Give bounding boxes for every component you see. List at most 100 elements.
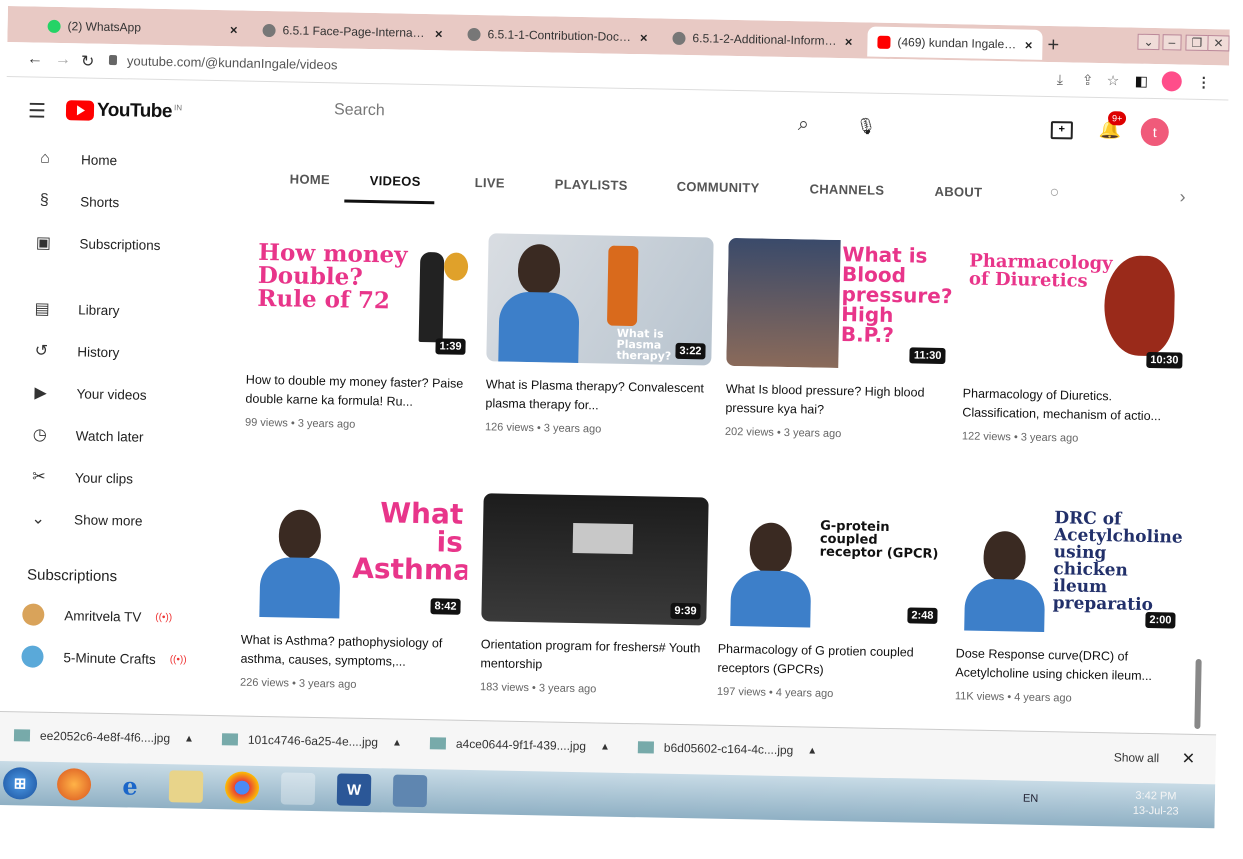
tab-live[interactable]: LIVE xyxy=(475,175,505,191)
forward-arrow-icon[interactable]: → xyxy=(55,51,71,69)
video-card[interactable]: What is Plasma therapy? 3:22 What is Pla… xyxy=(485,233,714,437)
video-title[interactable]: What Is blood pressure? High blood press… xyxy=(725,380,951,422)
window-close-button[interactable]: ✕ xyxy=(1207,35,1230,52)
share-icon[interactable]: ⇪ xyxy=(1082,72,1094,89)
chevron-up-icon[interactable]: ▲ xyxy=(807,745,817,756)
search-icon[interactable]: ⌕ xyxy=(798,113,810,136)
start-button[interactable]: ⊞ xyxy=(2,767,38,800)
video-meta: 226 views • 3 years ago xyxy=(239,676,357,691)
sidebar-item-label: History xyxy=(77,343,120,360)
download-item[interactable]: 101c4746-6a25-4e....jpg ▲ xyxy=(221,732,402,749)
sidepanel-icon[interactable]: ◧ xyxy=(1135,73,1149,90)
language-indicator[interactable]: EN xyxy=(1023,793,1039,805)
tab-whatsapp[interactable]: (2) WhatsApp × xyxy=(37,11,248,45)
video-card[interactable]: DRC of Acetylcholine using chicken ileum… xyxy=(955,502,1184,706)
internet-explorer-icon[interactable]: e xyxy=(113,769,148,802)
sidebar-item-shorts[interactable]: § Shorts xyxy=(4,182,215,222)
video-title[interactable]: Pharmacology of Diuretics. Classificatio… xyxy=(962,384,1188,426)
sidebar-item-show-more[interactable]: ⌄ Show more xyxy=(0,500,208,540)
tab-videos[interactable]: VIDEOS xyxy=(370,173,421,189)
sidebar-item-home[interactable]: ⌂ Home xyxy=(5,140,216,180)
video-title[interactable]: Orientation program for freshers# Youth … xyxy=(480,635,706,677)
sidebar-item-library[interactable]: ▤ Library xyxy=(2,290,213,330)
search-input[interactable] xyxy=(325,100,777,129)
subscription-5-minute-crafts[interactable]: 5-Minute Crafts ((•)) xyxy=(0,638,206,678)
video-card[interactable]: What is Asthma 8:42 What is Asthma? path… xyxy=(239,488,469,693)
video-thumbnail[interactable]: G-protein coupled receptor (GPCR) 2:48 xyxy=(718,497,946,631)
video-thumbnail[interactable]: What is Blood pressure? High B.P.? 11:30 xyxy=(726,237,954,371)
tab-additional-info[interactable]: 6.5.1-2-Additional-Informatio × xyxy=(662,23,863,57)
close-icon[interactable]: × xyxy=(845,34,853,49)
chevron-up-icon[interactable]: ▲ xyxy=(392,737,402,748)
download-item[interactable]: b6d05602-c164-4c....jpg ▲ xyxy=(637,740,818,757)
close-icon[interactable]: × xyxy=(230,22,238,37)
video-card[interactable]: What is Blood pressure? High B.P.? 11:30… xyxy=(725,237,954,442)
menu-dots-icon[interactable]: ⋮ xyxy=(1197,74,1211,91)
search-icon[interactable]: ○ xyxy=(1049,184,1059,202)
tab-channels[interactable]: CHANNELS xyxy=(809,181,884,197)
video-title[interactable]: How to double my money faster? Paise dou… xyxy=(245,371,471,413)
close-icon[interactable]: × xyxy=(435,26,443,41)
video-thumbnail[interactable]: How money Double? Rule of 72 1:39 xyxy=(246,228,474,361)
close-icon[interactable]: ✕ xyxy=(1182,749,1196,769)
chevron-down-icon[interactable]: ⌄ xyxy=(1137,33,1160,51)
reload-icon[interactable]: ↻ xyxy=(81,51,95,71)
sidebar-item-your-videos[interactable]: ▶ Your videos xyxy=(0,374,211,414)
browser-profile-icon[interactable] xyxy=(1161,71,1182,92)
video-thumbnail[interactable]: What is Asthma 8:42 xyxy=(241,488,469,621)
tab-community[interactable]: COMMUNITY xyxy=(677,179,760,196)
chevron-up-icon[interactable]: ▲ xyxy=(600,741,610,752)
install-icon[interactable]: ⤓ xyxy=(1057,71,1064,88)
video-card[interactable]: How money Double? Rule of 72 1:39 How to… xyxy=(245,228,474,433)
restore-button[interactable]: ❐ xyxy=(1185,34,1209,52)
video-thumbnail[interactable]: DRC of Acetylcholine using chicken ileum… xyxy=(956,502,1184,635)
download-item[interactable]: a4ce0644-9f1f-439....jpg ▲ xyxy=(429,736,610,753)
show-all-downloads-button[interactable]: Show all xyxy=(1114,750,1160,765)
back-arrow-icon[interactable]: ← xyxy=(27,50,43,68)
video-title[interactable]: Pharmacology of G protien coupled recept… xyxy=(717,640,943,682)
close-icon[interactable]: × xyxy=(640,30,648,45)
microphone-icon[interactable]: 🎙 xyxy=(856,116,877,136)
logo-region: IN xyxy=(173,102,183,112)
url-field[interactable]: youtube.com/@kundanIngale/videos xyxy=(127,53,338,72)
avatar[interactable]: t xyxy=(1140,117,1170,147)
minimize-button[interactable]: – xyxy=(1162,34,1182,51)
video-title[interactable]: What is Plasma therapy? Convalescent pla… xyxy=(485,375,711,417)
chrome-active-icon[interactable] xyxy=(280,772,316,806)
video-title[interactable]: What is Asthma? pathophysiology of asthm… xyxy=(240,631,466,673)
close-icon[interactable]: × xyxy=(1025,37,1033,52)
tab-about[interactable]: ABOUT xyxy=(934,184,982,200)
tab-contribution[interactable]: 6.5.1-1-Contribution-Documen × xyxy=(457,19,658,53)
subscription-amritvela-tv[interactable]: Amritvela TV ((•)) xyxy=(0,596,207,636)
video-card[interactable]: 9:39 Orientation program for freshers# Y… xyxy=(480,493,709,697)
file-explorer-icon[interactable] xyxy=(168,770,204,803)
video-card[interactable]: G-protein coupled receptor (GPCR) 2:48 P… xyxy=(717,497,946,702)
chevron-right-icon[interactable]: › xyxy=(1179,187,1185,208)
sidebar-item-your-clips[interactable]: ✂ Your clips xyxy=(0,458,209,498)
video-thumbnail[interactable]: Pharmacology of Diuretics 10:30 xyxy=(963,242,1191,375)
photo-viewer-icon[interactable] xyxy=(392,774,428,808)
word-icon[interactable]: W xyxy=(336,773,372,807)
scrollbar-thumb[interactable] xyxy=(1194,658,1202,730)
video-thumbnail[interactable]: What is Plasma therapy? 3:22 xyxy=(486,233,714,366)
new-tab-button[interactable]: + xyxy=(1047,34,1059,57)
tab-home[interactable]: HOME xyxy=(290,171,330,187)
chevron-up-icon[interactable]: ▲ xyxy=(184,733,194,744)
tab-playlists[interactable]: PLAYLISTS xyxy=(555,177,628,193)
sidebar-item-watch-later[interactable]: ◷ Watch later xyxy=(0,416,210,456)
video-thumbnail[interactable]: 9:39 xyxy=(481,493,709,626)
video-card[interactable]: Pharmacology of Diuretics 10:30 Pharmaco… xyxy=(962,242,1191,446)
youtube-logo[interactable]: YouTube IN xyxy=(65,99,183,123)
system-clock[interactable]: 3:42 PM 13-Jul-23 xyxy=(1133,789,1179,820)
video-title[interactable]: Dose Response curve(DRC) of Acetylcholin… xyxy=(955,644,1181,686)
bookmark-star-icon[interactable]: ☆ xyxy=(1107,72,1120,89)
tab-youtube[interactable]: (469) kundan Ingale - YouTube × xyxy=(867,26,1043,60)
chrome-icon[interactable] xyxy=(224,771,260,804)
download-item[interactable]: ee2052c6-4e8f-4f6....jpg ▲ xyxy=(13,728,194,745)
hamburger-menu-icon[interactable]: ☰ xyxy=(28,98,46,123)
sidebar-item-subscriptions[interactable]: ▣ Subscriptions xyxy=(3,224,214,264)
tab-face-page[interactable]: 6.5.1 Face-Page-Internal-Qual × xyxy=(252,15,453,49)
firefox-icon[interactable] xyxy=(56,768,92,801)
create-video-icon[interactable]: + xyxy=(1050,121,1073,140)
sidebar-item-history[interactable]: ↺ History xyxy=(1,332,212,372)
